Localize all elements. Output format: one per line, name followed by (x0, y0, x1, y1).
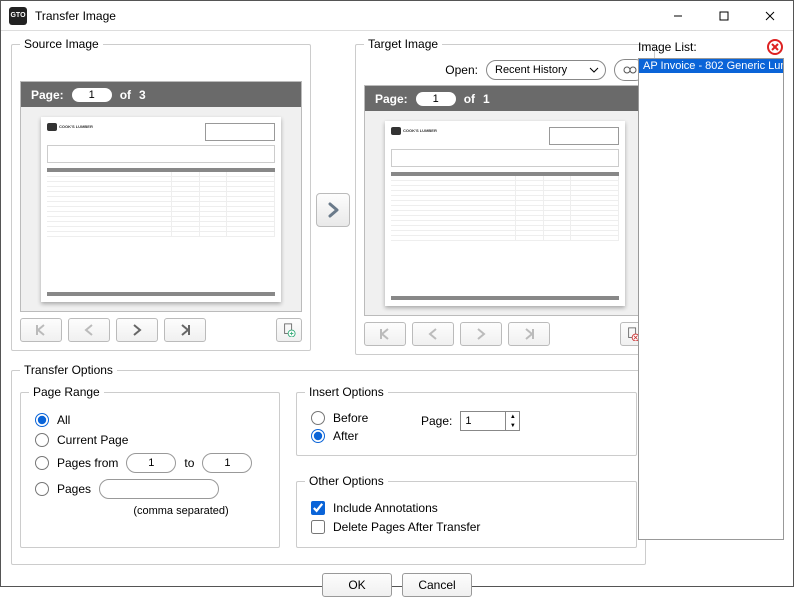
spin-up[interactable]: ▲ (506, 412, 519, 421)
source-first-page-button[interactable] (20, 318, 62, 342)
page-label: Page: (31, 88, 64, 102)
close-button[interactable] (747, 1, 793, 31)
of-label: of (120, 88, 131, 102)
source-image-group: Source Image Page: 1 of 3 COOK'S LUMBER (11, 37, 311, 351)
target-first-page-button[interactable] (364, 322, 406, 346)
pages-to-input[interactable] (202, 453, 252, 473)
source-page-number[interactable]: 1 (72, 88, 112, 102)
label-before[interactable]: Before (333, 411, 368, 425)
target-preview: COOK'S LUMBER (364, 111, 646, 316)
target-next-page-button[interactable] (460, 322, 502, 346)
other-options-group: Other Options Include Annotations Delete… (296, 474, 637, 548)
pages-input[interactable] (99, 479, 219, 499)
label-all[interactable]: All (57, 413, 70, 427)
radio-all[interactable] (35, 413, 49, 427)
radio-before[interactable] (311, 411, 325, 425)
target-page-total: 1 (483, 92, 490, 106)
of-label: of (464, 92, 475, 106)
pages-from-input[interactable] (126, 453, 176, 473)
source-page-bar: Page: 1 of 3 (20, 81, 302, 107)
page-range-legend: Page Range (29, 385, 104, 399)
radio-after[interactable] (311, 429, 325, 443)
label-current[interactable]: Current Page (57, 433, 128, 447)
transfer-options-group: Transfer Options Page Range All Current … (11, 363, 646, 565)
source-page-total: 3 (139, 88, 146, 102)
label-pages-from[interactable]: Pages from (57, 456, 118, 470)
titlebar: GTO Transfer Image (1, 1, 793, 31)
label-delete[interactable]: Delete Pages After Transfer (333, 520, 480, 534)
target-image-group: Target Image Open: Recent History Page: … (355, 37, 655, 355)
image-list-item[interactable]: AP Invoice - 802 Generic Lumber Y (639, 59, 783, 73)
image-list[interactable]: AP Invoice - 802 Generic Lumber Y (638, 58, 784, 540)
open-select[interactable]: Recent History (486, 60, 606, 80)
insert-page-input[interactable] (461, 412, 505, 430)
maximize-button[interactable] (701, 1, 747, 31)
image-list-panel: Image List: AP Invoice - 802 Generic Lum… (638, 38, 784, 540)
insert-options-group: Insert Options Before After Page: ▲▼ (296, 385, 637, 456)
transfer-legend: Transfer Options (20, 363, 117, 377)
minimize-button[interactable] (655, 1, 701, 31)
source-add-page-button[interactable] (276, 318, 302, 342)
cancel-button[interactable]: Cancel (402, 573, 472, 597)
image-list-label: Image List: (638, 40, 697, 54)
checkbox-include-annotations[interactable] (311, 501, 325, 515)
source-prev-page-button[interactable] (68, 318, 110, 342)
label-include[interactable]: Include Annotations (333, 501, 438, 515)
radio-current[interactable] (35, 433, 49, 447)
checkbox-delete-after[interactable] (311, 520, 325, 534)
pages-hint: (comma separated) (91, 505, 271, 517)
page-range-group: Page Range All Current Page Pages from t… (20, 385, 280, 548)
source-next-page-button[interactable] (116, 318, 158, 342)
transfer-arrow-button[interactable] (316, 193, 350, 227)
insert-legend: Insert Options (305, 385, 388, 399)
insert-page-label: Page: (421, 414, 452, 428)
image-list-delete-button[interactable] (766, 38, 784, 56)
source-last-page-button[interactable] (164, 318, 206, 342)
label-pages[interactable]: Pages (57, 482, 91, 496)
target-prev-page-button[interactable] (412, 322, 454, 346)
radio-pages-from[interactable] (35, 456, 49, 470)
target-page-number[interactable]: 1 (416, 92, 456, 106)
spin-down[interactable]: ▼ (506, 421, 519, 430)
window-title: Transfer Image (35, 9, 655, 23)
source-preview: COOK'S LUMBER (20, 107, 302, 312)
ok-button[interactable]: OK (322, 573, 392, 597)
label-after[interactable]: After (333, 429, 358, 443)
page-label: Page: (375, 92, 408, 106)
open-label: Open: (445, 63, 478, 77)
target-page-bar: Page: 1 of 1 (364, 85, 646, 111)
app-icon: GTO (9, 7, 27, 25)
other-legend: Other Options (305, 474, 388, 488)
source-legend: Source Image (20, 37, 103, 51)
target-last-page-button[interactable] (508, 322, 550, 346)
insert-page-spinner[interactable]: ▲▼ (460, 411, 520, 431)
radio-pages[interactable] (35, 482, 49, 496)
target-legend: Target Image (364, 37, 442, 51)
to-label: to (184, 456, 194, 470)
